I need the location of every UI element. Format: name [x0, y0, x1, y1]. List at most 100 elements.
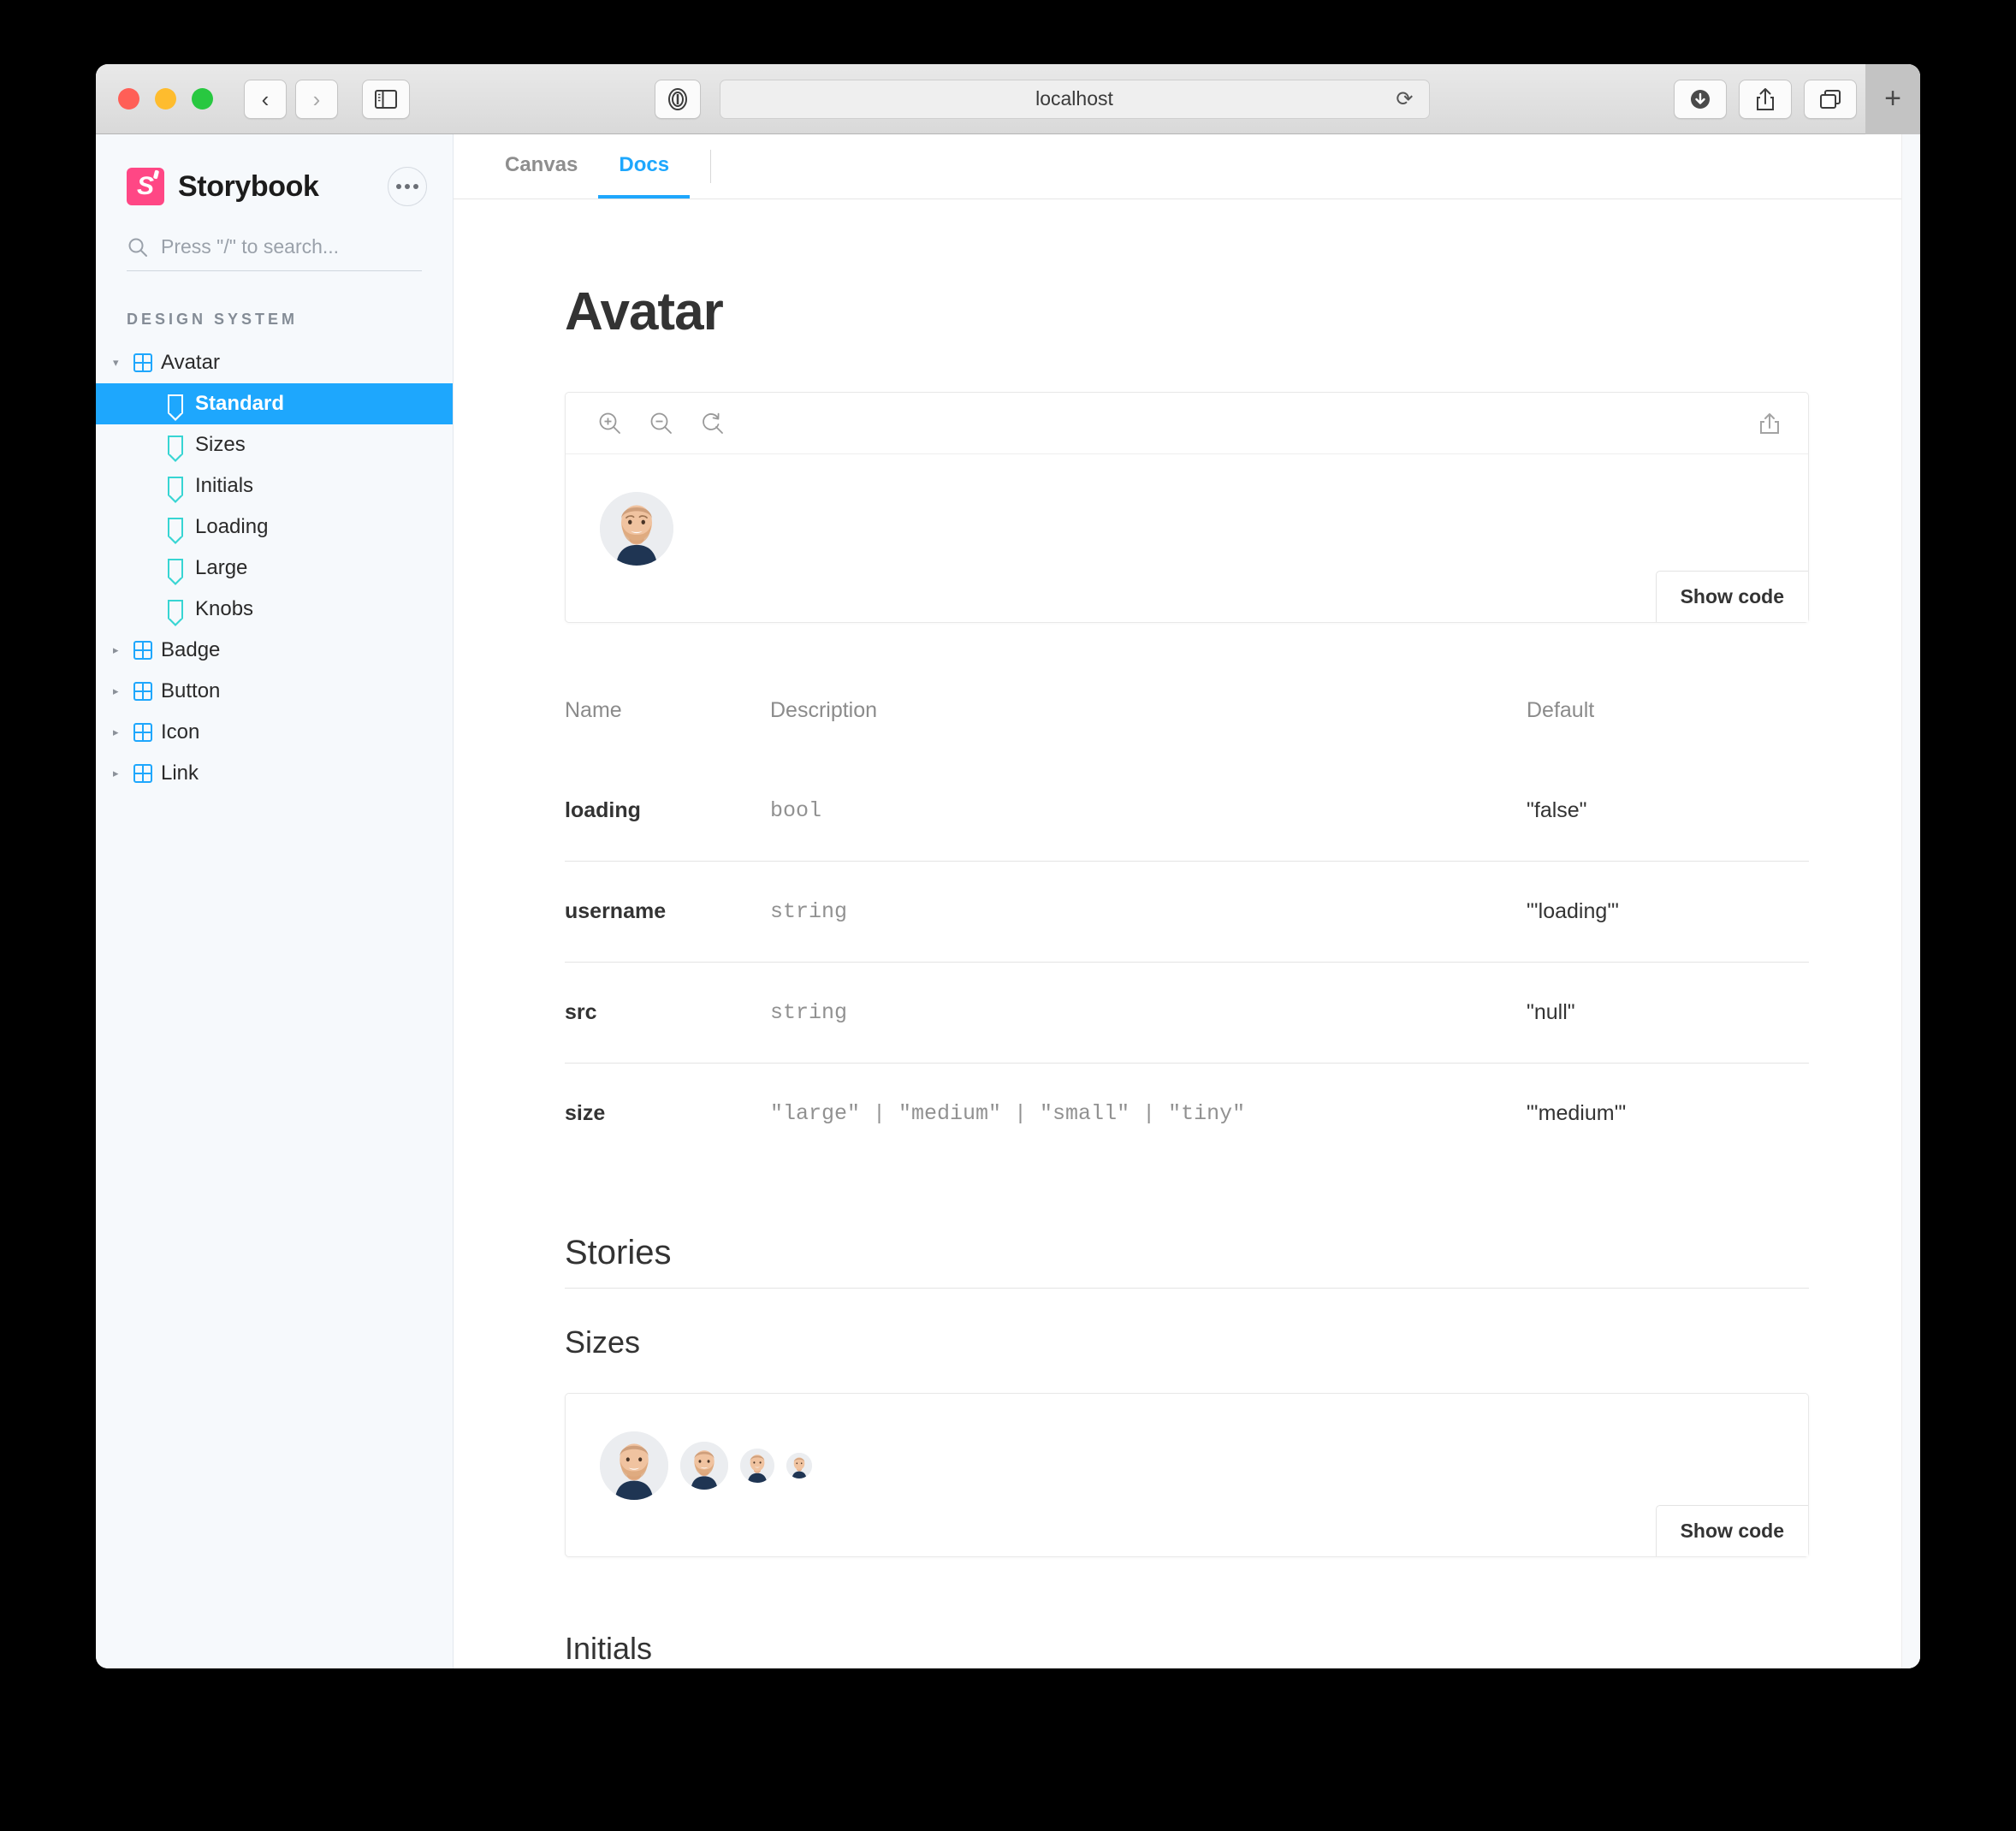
address-bar[interactable]: localhost ⟳ — [719, 79, 1430, 119]
show-code-button-sizes[interactable]: Show code — [1655, 1505, 1808, 1556]
tree-story-label: Knobs — [195, 597, 254, 620]
reader-view-button[interactable] — [654, 79, 701, 119]
tree-group-link[interactable]: ▸ Link — [96, 753, 453, 794]
stories-heading: Stories — [565, 1234, 1809, 1289]
component-grid-icon — [133, 353, 152, 372]
tree-story-knobs[interactable]: Knobs — [96, 589, 453, 630]
tree-group-button[interactable]: ▸ Button — [96, 671, 453, 712]
tree-story-label: Initials — [195, 474, 254, 497]
bookmark-icon — [168, 394, 183, 421]
bookmark-icon — [168, 477, 183, 503]
tree-story-large[interactable]: Large — [96, 548, 453, 589]
tab-divider — [710, 150, 712, 183]
share-icon — [1757, 87, 1774, 110]
minimize-window-button[interactable] — [155, 88, 176, 110]
chevron-left-icon: ‹ — [261, 86, 270, 112]
bookmark-icon — [168, 559, 183, 585]
sidebar-header: S Storybook — [96, 134, 453, 206]
sidebar-menu-button[interactable] — [388, 167, 427, 206]
back-button[interactable]: ‹ — [244, 79, 287, 119]
close-window-button[interactable] — [118, 88, 139, 110]
share-button[interactable] — [1739, 79, 1792, 119]
storybook-logo-icon: S — [127, 168, 164, 205]
url-text: localhost — [1035, 87, 1113, 110]
tree-group-avatar[interactable]: ▾ Avatar — [96, 342, 453, 383]
open-in-new-icon[interactable] — [1757, 410, 1782, 437]
avatar-tiny — [786, 1453, 812, 1478]
storybook-sidebar: S Storybook Press "/" to search... DESIG… — [96, 134, 454, 1668]
dot-icon — [413, 184, 418, 189]
prop-default: "false" — [1527, 798, 1587, 822]
docs-scroll-area[interactable]: Avatar Show code Name Description Defaul… — [454, 199, 1920, 1668]
tree-story-sizes[interactable]: Sizes — [96, 424, 453, 465]
preview-body — [566, 1394, 1808, 1556]
traffic-lights — [118, 88, 213, 110]
zoom-out-icon[interactable] — [648, 410, 675, 437]
component-grid-icon — [133, 682, 152, 701]
prop-default: "null" — [1527, 962, 1809, 1064]
zoom-in-icon[interactable] — [596, 410, 624, 437]
chevron-right-icon: ▸ — [113, 643, 119, 656]
chevron-right-icon: ▸ — [113, 684, 119, 697]
tree-group-label: Link — [161, 761, 199, 785]
search-input[interactable]: Press "/" to search... — [161, 235, 339, 258]
table-header-row: Name Description Default — [565, 698, 1809, 761]
dot-icon — [405, 184, 410, 189]
maximize-window-button[interactable] — [192, 88, 213, 110]
avatar-sizes-row — [600, 1431, 1774, 1500]
avatar-large — [600, 1431, 668, 1500]
reload-icon[interactable]: ⟳ — [1396, 86, 1413, 111]
chevron-right-icon: › — [312, 86, 321, 112]
vertical-scrollbar[interactable] — [1901, 134, 1920, 1668]
forward-button[interactable]: › — [295, 79, 338, 119]
prop-description: string — [770, 962, 1527, 1064]
tree-group-label: Badge — [161, 638, 221, 661]
preview-toolbar — [566, 393, 1808, 454]
tree-story-label: Sizes — [195, 433, 246, 456]
app-body: S Storybook Press "/" to search... DESIG… — [96, 134, 1920, 1668]
show-code-button[interactable]: Show code — [1655, 571, 1808, 622]
bookmark-icon — [168, 600, 183, 626]
tree-group-badge[interactable]: ▸ Badge — [96, 630, 453, 671]
tree-story-loading[interactable]: Loading — [96, 507, 453, 548]
tab-overview-button[interactable] — [1804, 79, 1857, 119]
address-bar-area: localhost ⟳ — [425, 79, 1658, 119]
preview-card-standard: Show code — [565, 392, 1809, 623]
table-row: username string "'loading'" — [565, 861, 1809, 963]
tree-story-standard[interactable]: Standard — [96, 383, 453, 424]
tab-canvas[interactable]: Canvas — [484, 134, 598, 199]
avatar-photo — [600, 492, 673, 566]
tree-story-label: Large — [195, 556, 248, 579]
zoom-reset-icon[interactable] — [699, 410, 726, 437]
bookmark-icon — [168, 518, 183, 544]
tree-group-icon[interactable]: ▸ Icon — [96, 712, 453, 753]
tree-story-label: Standard — [195, 392, 285, 415]
reader-view-icon — [667, 87, 687, 110]
tab-docs[interactable]: Docs — [598, 134, 691, 199]
avatar-photo — [600, 1431, 668, 1500]
sidebar-toggle-button[interactable] — [362, 79, 410, 119]
new-tab-button[interactable]: + — [1865, 64, 1920, 134]
navigation-buttons: ‹ › — [244, 79, 338, 119]
sidebar-toggle-icon — [375, 89, 397, 109]
chevron-down-icon: ▾ — [113, 356, 119, 369]
prop-default: "'loading'" — [1527, 861, 1809, 963]
tree-story-initials[interactable]: Initials — [96, 465, 453, 507]
toolbar-right-buttons — [1674, 79, 1857, 119]
chevron-right-icon: ▸ — [113, 767, 119, 779]
column-header-description: Description — [770, 698, 878, 722]
brand[interactable]: S Storybook — [127, 168, 319, 205]
search-box[interactable]: Press "/" to search... — [127, 235, 422, 271]
prop-name: loading — [565, 798, 641, 822]
tab-overview-icon — [1820, 89, 1841, 109]
downloads-button[interactable] — [1674, 79, 1727, 119]
storybook-main: Canvas Docs Avatar Show code Name Descri… — [454, 134, 1920, 1668]
tree-group-label: Icon — [161, 720, 200, 744]
tree-story-label: Loading — [195, 515, 269, 538]
view-tabs: Canvas Docs — [454, 134, 1920, 199]
table-row: size "large" | "medium" | "small" | "tin… — [565, 1063, 1809, 1164]
bookmark-icon — [168, 436, 183, 462]
preview-body — [566, 454, 1808, 622]
column-header-name: Name — [565, 698, 622, 722]
component-grid-icon — [133, 764, 152, 783]
